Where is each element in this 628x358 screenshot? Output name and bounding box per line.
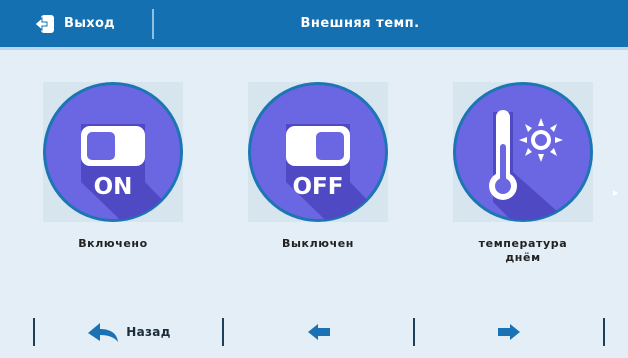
exit-label: Выход <box>64 16 115 31</box>
tile-day-temperature-label: температура днём <box>478 237 568 264</box>
header-divider <box>152 9 154 39</box>
back-button[interactable]: Назад <box>36 310 221 354</box>
footer-divider <box>413 318 415 346</box>
arrow-right-icon <box>498 324 520 340</box>
footer-divider <box>33 318 35 346</box>
back-arrow-icon <box>88 323 119 342</box>
exit-button[interactable]: Выход <box>0 0 152 47</box>
tile-disabled[interactable]: OFF <box>248 82 388 222</box>
chevron-right-icon: ▸ <box>613 186 619 199</box>
tile-disabled-label: Выключен <box>282 237 354 250</box>
arrow-left-icon <box>307 324 330 340</box>
footer-divider <box>222 318 224 346</box>
previous-button[interactable] <box>225 310 412 354</box>
page-title: Внешняя темп. <box>300 16 420 31</box>
on-text: ON <box>94 174 133 200</box>
tile-enabled-label: Включено <box>78 237 148 250</box>
thermometer-sun-icon <box>453 82 593 222</box>
toggle-off-icon: OFF <box>248 82 388 222</box>
footer-divider <box>603 318 605 346</box>
exit-icon <box>34 14 54 33</box>
toggle-on-icon: ON <box>43 82 183 222</box>
off-text: OFF <box>293 174 344 200</box>
header-bar: Выход Внешняя темп. <box>0 0 628 50</box>
tile-enabled[interactable]: ON <box>43 82 183 222</box>
next-button[interactable] <box>416 310 602 354</box>
back-label: Назад <box>126 325 171 339</box>
tile-day-temperature[interactable] <box>453 82 593 222</box>
